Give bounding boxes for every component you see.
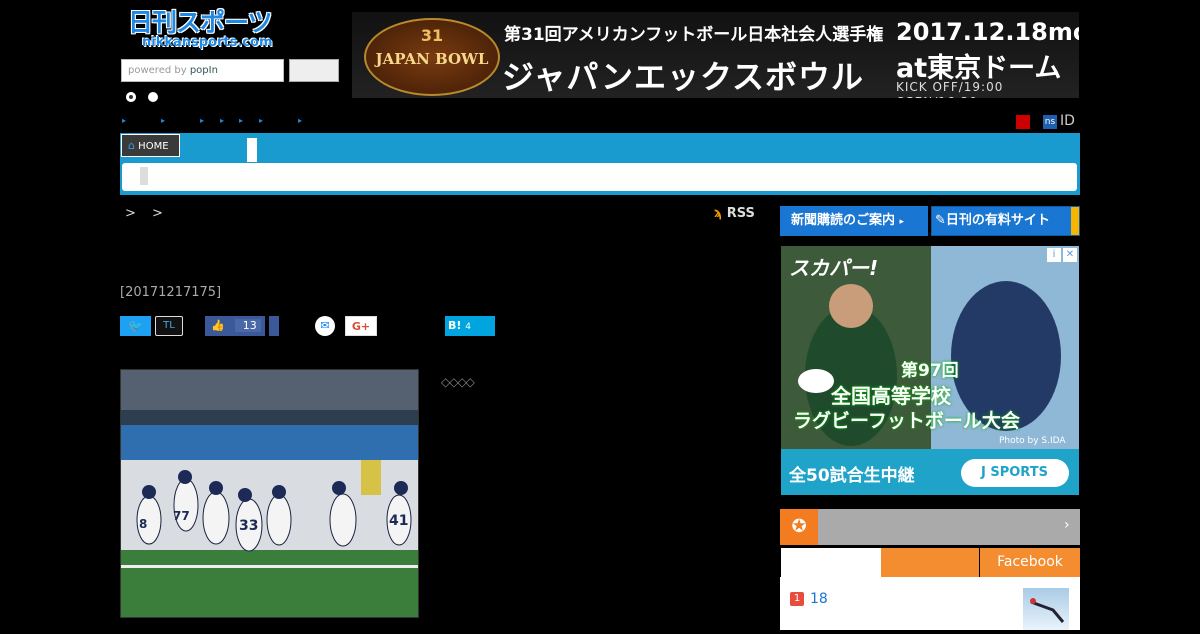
japan-bowl-logo: 31 JAPAN BOWL	[364, 18, 500, 96]
banner-subtitle: ジャパンエックスボウル	[502, 58, 865, 96]
adchoices-icon[interactable]: i	[1047, 248, 1061, 262]
logo-en: nikkansports.com	[142, 35, 273, 50]
paid-site-side	[1071, 207, 1079, 235]
football-celebration-image: 33 41 8 77	[121, 370, 418, 617]
close-icon[interactable]: ✕	[1063, 248, 1077, 262]
timeline-button[interactable]: TL	[155, 316, 183, 336]
japan-bowl-banner[interactable]: 31 JAPAN BOWL 第31回アメリカンフットボール日本社会人選手権 ジャ…	[352, 12, 1079, 98]
medal-icon: ✪	[780, 509, 818, 545]
search-radio-2[interactable]	[148, 92, 158, 102]
facebook-like-button[interactable]: 👍 13	[205, 316, 265, 336]
ad-credit: Photo by S.IDA	[999, 436, 1066, 446]
ranking-tab-facebook[interactable]: Facebook	[980, 548, 1080, 577]
home-tab[interactable]: ⌂ HOME	[121, 134, 180, 157]
logo-jp: 日刊スポーツ	[128, 8, 273, 37]
ad-line1: 第97回	[901, 361, 959, 381]
nav-link-6[interactable]: ▸	[259, 116, 263, 125]
banner-time: KICK OFF/19:00 OPEN/16:30	[896, 80, 1015, 98]
hatena-bookmark-button[interactable]: B! 4	[445, 316, 495, 336]
ad-line3: ラグビーフットボール大会	[793, 410, 1020, 432]
hatena-icon: B!	[448, 319, 462, 332]
arrow-icon: ▸	[899, 217, 905, 227]
thumbs-up-icon: 👍	[211, 319, 225, 332]
jsports-ad[interactable]: スカパー! 第97回 全国高等学校 ラグビーフットボール大会 Photo by …	[781, 246, 1079, 495]
nav-link-3[interactable]: ▸	[200, 116, 204, 125]
chevron-right-icon[interactable]: ›	[1064, 517, 1070, 533]
nav-link-2[interactable]: ▸	[161, 116, 165, 125]
paid-site-label: 日刊の有料サイト	[945, 213, 1050, 228]
ranking-item-thumbnail[interactable]	[1023, 588, 1069, 630]
popin-logo: popIn	[189, 65, 218, 76]
svg-text:41: 41	[389, 513, 408, 529]
messenger-icon[interactable]: ✉	[315, 316, 335, 336]
newspaper-subscription-button[interactable]: 新聞購読のご案内 ▸	[780, 206, 928, 236]
ns-icon[interactable]: ns	[1043, 115, 1057, 129]
svg-text:77: 77	[173, 509, 190, 523]
nav-tab[interactable]	[247, 138, 257, 162]
nav-link-1[interactable]: ▸	[122, 116, 126, 125]
ranking-tab-2[interactable]	[881, 548, 979, 577]
ranking-header[interactable]	[780, 509, 1080, 545]
search-radio-1[interactable]	[126, 92, 136, 102]
facebook-like-count: 13	[234, 319, 261, 332]
facebook-share-button[interactable]	[269, 316, 279, 336]
search-input[interactable]: powered by popIn	[121, 59, 284, 82]
red-square-icon[interactable]	[1016, 115, 1030, 129]
nav-link-4[interactable]: ▸	[220, 116, 224, 125]
article-id: [20171217175]	[120, 285, 222, 300]
twitter-share-button[interactable]: 🐦	[120, 316, 151, 336]
pencil-icon: ✎	[935, 213, 946, 228]
hatena-count: 4	[465, 322, 471, 332]
article-lead: ◇◇◇◇	[441, 375, 475, 389]
search-button[interactable]	[289, 59, 339, 82]
banner-date: 2017.12.18mon	[896, 18, 1079, 46]
banner-title: 第31回アメリカンフットボール日本社会人選手権	[504, 25, 884, 45]
ranking-tab-1[interactable]	[781, 548, 881, 577]
rss-label: RSS	[726, 206, 755, 221]
breadcrumb: > >	[125, 206, 169, 221]
home-label: HOME	[138, 141, 169, 152]
site-logo[interactable]: 日刊スポーツ nikkansports.com	[128, 10, 288, 56]
ranking-item-link[interactable]: 18	[810, 591, 828, 607]
ad-bottom-right: J SPORTS	[981, 465, 1048, 480]
rss-link[interactable]: ϡ RSS	[714, 206, 755, 221]
nav-link-5[interactable]: ▸	[239, 116, 243, 125]
id-link[interactable]: ID	[1060, 113, 1075, 129]
rss-icon: ϡ	[714, 206, 723, 221]
ski-jumper-image	[1030, 598, 1065, 623]
article-photo[interactable]: 33 41 8 77	[120, 369, 419, 618]
google-plus-button[interactable]: G+	[345, 316, 377, 336]
svg-text:33: 33	[239, 518, 258, 534]
ad-bottom-left: 全50試合生中継	[789, 466, 915, 486]
rank-badge: 1	[790, 592, 804, 606]
paid-site-button[interactable]: ✎日刊の有料サイト	[931, 206, 1080, 236]
search-powered-label: powered by	[128, 65, 187, 76]
newspaper-subscription-label: 新聞購読のご案内	[791, 213, 896, 228]
nav-link-7[interactable]: ▸	[298, 116, 302, 125]
banner-logo-num: 31	[420, 26, 444, 45]
sub-nav-tab[interactable]	[140, 167, 148, 185]
svg-text:8: 8	[139, 517, 147, 531]
ad-brand: スカパー!	[789, 256, 879, 280]
sub-nav	[122, 163, 1077, 191]
home-icon: ⌂	[128, 139, 135, 152]
twitter-icon: 🐦	[128, 319, 143, 333]
banner-logo-name: JAPAN BOWL	[375, 50, 489, 68]
ad-line2: 全国高等学校	[831, 384, 951, 408]
